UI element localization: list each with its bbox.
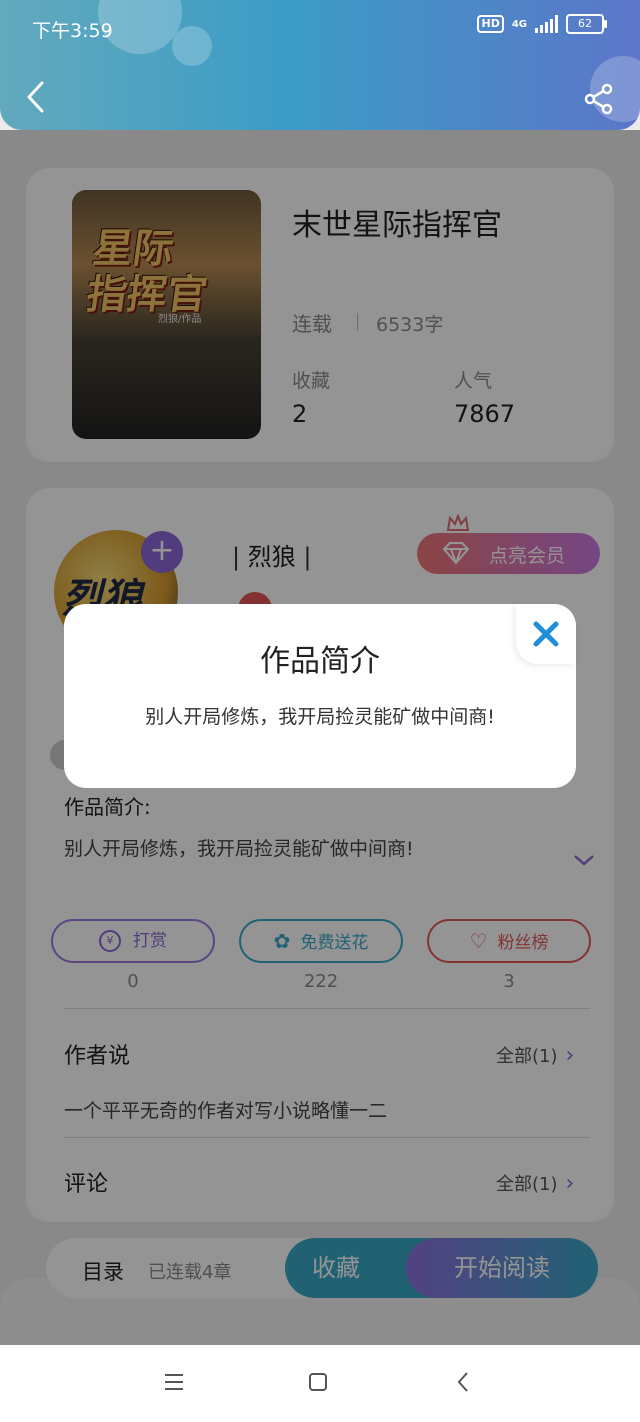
close-icon	[533, 621, 559, 647]
system-nav-bar	[0, 1345, 640, 1422]
close-button[interactable]	[516, 604, 576, 664]
share-icon[interactable]	[582, 82, 616, 116]
modal-text: 别人开局修炼，我开局捡灵能矿做中间商!	[145, 706, 495, 728]
status-time: 下午3:59	[32, 20, 113, 42]
signal-icon	[535, 15, 558, 33]
home-icon[interactable]	[308, 1372, 328, 1392]
back-nav-icon[interactable]	[456, 1371, 470, 1393]
network-label: 4G	[511, 18, 527, 30]
decor-bubble	[172, 26, 212, 66]
modal-title: 作品简介	[260, 644, 380, 679]
intro-modal: 作品简介 别人开局修炼，我开局捡灵能矿做中间商!	[64, 604, 576, 788]
battery-icon: 62	[566, 14, 607, 34]
hd-badge: HD	[477, 15, 504, 33]
back-icon[interactable]	[22, 80, 50, 114]
menu-icon[interactable]	[164, 1373, 184, 1391]
status-icons: HD 4G 62	[477, 14, 607, 34]
